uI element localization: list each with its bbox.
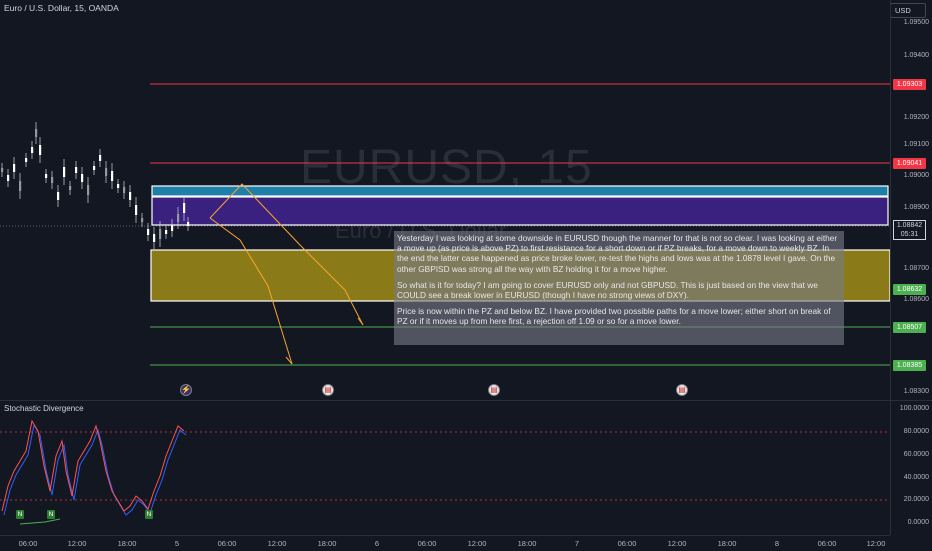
us-flag-icon[interactable]: ▤: [488, 384, 500, 396]
us-flag-icon[interactable]: ▤: [676, 384, 688, 396]
time-tick: 18:00: [117, 539, 137, 548]
time-tick: 12:00: [267, 539, 287, 548]
stoch-tick: 40.0000: [903, 474, 929, 481]
candle-body: [63, 167, 66, 177]
current-price-value: 1.08842: [896, 222, 923, 229]
us-flag-icon[interactable]: ▤: [322, 384, 334, 396]
candle-body: [165, 230, 168, 234]
lightning-icon[interactable]: ⚡: [180, 384, 192, 396]
time-tick: 12:00: [67, 539, 87, 548]
candle-body: [177, 214, 180, 222]
resistance-zone-blue: [151, 185, 889, 197]
time-tick: 18:00: [717, 539, 737, 548]
price-tick: 1.08600: [903, 296, 929, 303]
time-axis[interactable]: 06:00 12:00 18:00 5 06:00 12:00 18:00 6 …: [0, 535, 890, 551]
time-tick: 06:00: [217, 539, 237, 548]
time-tick: 06:00: [617, 539, 637, 548]
candle-body: [187, 222, 190, 226]
divergence-badge: N: [145, 510, 153, 519]
candle-body: [153, 234, 156, 242]
candle-body: [141, 218, 144, 222]
price-tick: 1.09500: [903, 19, 929, 26]
stochastic-pane[interactable]: [0, 401, 890, 535]
stochastic-k-line: [1, 419, 185, 512]
price-tick: 1.09200: [903, 114, 929, 121]
price-level-label: 1.08507: [893, 322, 926, 333]
time-tick: 5: [174, 539, 180, 548]
candle-body: [183, 203, 186, 213]
candle-body: [69, 186, 72, 190]
price-tick: 1.09400: [903, 52, 929, 59]
bar-countdown: 05:31: [900, 231, 919, 238]
divergence-line: [19, 518, 61, 525]
candle-body: [105, 168, 108, 176]
stoch-tick: 80.0000: [903, 428, 929, 435]
stoch-tick: 100.0000: [899, 405, 929, 412]
time-tick: 12:00: [667, 539, 687, 548]
resistance-zone-purple: [151, 196, 889, 226]
time-tick: 18:00: [517, 539, 537, 548]
time-tick: 7: [574, 539, 580, 548]
candle-body: [147, 229, 150, 235]
candle-body: [19, 181, 22, 191]
price-level-label: 1.08385: [893, 360, 926, 371]
analysis-note[interactable]: Yesterday I was looking at some downside…: [394, 231, 844, 345]
time-tick: 6: [374, 539, 380, 548]
note-paragraph-3: Price is now within the PZ and below BZ.…: [397, 306, 831, 327]
candle-body: [93, 166, 96, 170]
candle-body: [51, 177, 54, 183]
price-tick: 1.08300: [903, 388, 929, 395]
stoch-tick: 20.0000: [903, 496, 929, 503]
candle-body: [13, 164, 16, 172]
candle-body: [159, 229, 162, 239]
candle-body: [57, 192, 60, 200]
note-paragraph-1: Yesterday I was looking at some downside…: [397, 233, 838, 274]
stoch-tick: 0.0000: [907, 519, 929, 526]
time-tick: 06:00: [417, 539, 437, 548]
time-tick: 06:00: [18, 539, 38, 548]
price-tick: 1.08900: [903, 204, 929, 211]
candle-body: [135, 205, 138, 215]
price-level-label: 1.09041: [893, 158, 926, 169]
candle-body: [75, 167, 78, 173]
divergence-badge: N: [47, 510, 55, 519]
candle-body: [171, 225, 174, 231]
price-tick: 1.09100: [903, 141, 929, 148]
price-level-label: 1.08632: [893, 284, 926, 295]
current-price-label: 1.08842 05:31: [893, 220, 926, 240]
price-tick: 1.08700: [903, 265, 929, 272]
time-tick: 12:00: [866, 539, 886, 548]
candle-body: [111, 171, 114, 181]
candle-body: [31, 147, 34, 153]
candle-body: [1, 168, 4, 172]
stochastic-signal-line: [3, 423, 187, 516]
candle-body: [87, 185, 90, 195]
time-tick: 8: [774, 539, 780, 548]
time-tick: 06:00: [817, 539, 837, 548]
note-paragraph-2: So what is it for today? I am going to c…: [397, 279, 818, 301]
candle-body: [81, 174, 84, 182]
candle-body: [117, 184, 120, 188]
price-level-label: 1.09303: [893, 79, 926, 90]
time-tick: 12:00: [467, 539, 487, 548]
candle-body: [25, 158, 28, 162]
candle-body: [45, 174, 48, 178]
candle-body: [7, 175, 10, 181]
candle-body: [129, 192, 132, 200]
candle-body: [123, 187, 126, 193]
stoch-tick: 60.0000: [903, 451, 929, 458]
divergence-badge: N: [16, 510, 24, 519]
candle-body: [39, 145, 42, 155]
price-tick: 1.09000: [903, 172, 929, 179]
candle-body: [35, 129, 38, 137]
time-tick: 18:00: [317, 539, 337, 548]
candle-body: [99, 155, 102, 161]
